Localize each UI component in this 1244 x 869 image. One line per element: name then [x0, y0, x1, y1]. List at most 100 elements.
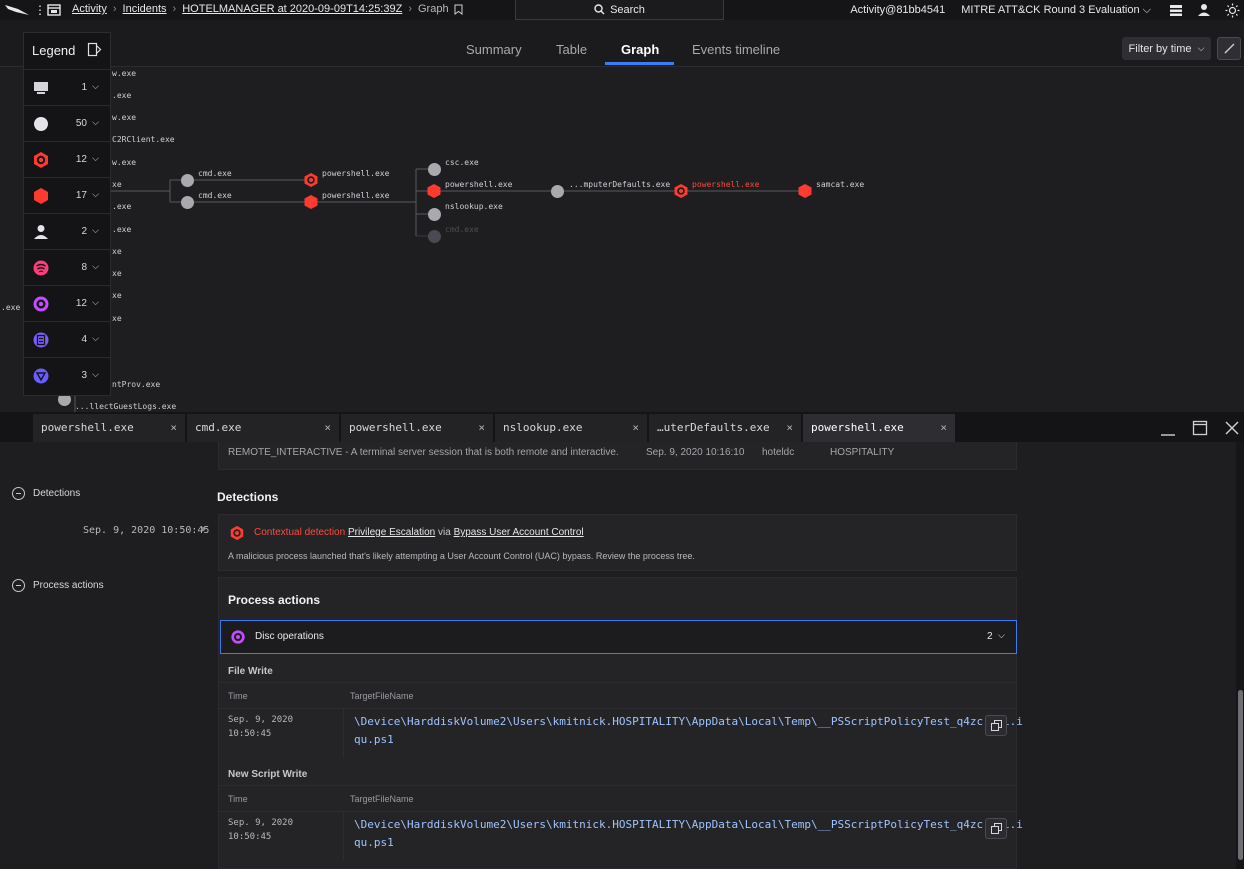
tab-events-timeline[interactable]: Events timeline [692, 42, 780, 57]
user-icon [34, 225, 48, 239]
process-node[interactable] [427, 162, 442, 177]
legend-count: 8 [81, 262, 87, 273]
process-node[interactable] [180, 195, 195, 210]
maximize-icon[interactable] [1192, 420, 1208, 436]
close-icon[interactable]: × [478, 421, 485, 434]
tab-table[interactable]: Table [556, 42, 587, 57]
close-panel-icon[interactable] [1224, 420, 1240, 436]
legend-row-disk[interactable]: 12 ⌵ [24, 285, 111, 321]
copy-button[interactable] [985, 818, 1007, 839]
detection-timestamp: Sep. 9, 2020 10:50:45 [83, 525, 210, 536]
close-icon[interactable]: × [632, 421, 639, 434]
process-tab-label: powershell.exe [349, 421, 442, 434]
legend-row-network[interactable]: 8 ⌵ [24, 249, 111, 285]
disc-operations-group[interactable]: Disc operations 2 ⌵ [220, 620, 1017, 654]
detection-tactic-link[interactable]: Privilege Escalation [348, 527, 435, 538]
legend-row-detection-hexagon[interactable]: 17 ⌵ [24, 177, 111, 213]
process-icon [34, 117, 48, 131]
process-node[interactable] [180, 173, 195, 188]
node-label: .exe [112, 91, 132, 100]
node-label: cmd.exe [198, 191, 232, 200]
legend-row-detection-ring[interactable]: 12 ⌵ [24, 141, 111, 177]
search-label: Search [610, 3, 645, 16]
scrollbar-thumb[interactable] [1238, 690, 1243, 860]
detection-hexagon-node[interactable] [426, 183, 442, 199]
chevron-down-icon: ⌵ [92, 117, 99, 127]
pencil-icon [1224, 43, 1234, 54]
process-tab[interactable]: powershell.exe × [341, 414, 493, 442]
legend-row-registry[interactable]: 4 ⌵ [24, 321, 111, 357]
process-tab[interactable]: cmd.exe × [187, 414, 339, 442]
copy-icon [991, 823, 1002, 834]
chevron-down-icon: ⌵ [92, 189, 99, 199]
close-icon[interactable]: × [170, 421, 177, 434]
detection-ring-node[interactable] [673, 183, 689, 199]
copy-button[interactable] [985, 715, 1007, 736]
legend-row-user[interactable]: 2 ⌵ [24, 213, 111, 249]
process-tab[interactable]: …uterDefaults.exe × [649, 414, 801, 442]
breadcrumb-incident[interactable]: HOTELMANAGER at 2020-09-09T14:25:39Z [182, 3, 402, 15]
filter-by-time-label: Filter by time [1128, 42, 1192, 55]
legend-count: 4 [81, 334, 87, 345]
detection-technique-link[interactable]: Bypass User Account Control [454, 527, 584, 538]
filter-by-time-button[interactable]: Filter by time ⌵ [1122, 37, 1211, 60]
legend-title: Legend [32, 43, 76, 58]
session-host: hoteldc [762, 447, 795, 458]
detection-hexagon-icon [34, 188, 48, 204]
account-name[interactable]: Activity@81bb4541 [850, 4, 945, 16]
minimize-icon[interactable] [1160, 424, 1176, 438]
close-icon[interactable]: × [786, 421, 793, 434]
detection-ring-node[interactable] [303, 172, 319, 188]
stack-icon[interactable] [1169, 4, 1183, 17]
bookmark-icon[interactable] [454, 4, 463, 15]
tab-summary[interactable]: Summary [466, 42, 522, 57]
node-label: .exe [112, 202, 132, 211]
detection-hexagon-node[interactable] [303, 194, 319, 210]
user-icon[interactable] [1197, 3, 1211, 17]
network-icon [33, 260, 49, 276]
edit-button[interactable] [1217, 37, 1241, 60]
chevron-down-icon: ⌵ [998, 630, 1005, 640]
process-tab[interactable]: powershell.exe × [33, 414, 185, 442]
chevron-down-icon: ⌵ [1197, 43, 1205, 53]
breadcrumb-separator-icon: › [172, 3, 177, 15]
dns-icon [33, 368, 49, 384]
process-node-dimmed[interactable] [427, 229, 442, 244]
collapse-circle-icon [12, 579, 25, 592]
legend-row-process[interactable]: 50 ⌵ [24, 105, 111, 141]
target-file-path: \Device\HarddiskVolume2\Users\kmitnick.H… [354, 818, 1023, 831]
legend-count: 50 [75, 118, 87, 129]
breadcrumb-incidents[interactable]: Incidents [123, 3, 167, 15]
breadcrumb-current: Graph [418, 3, 449, 15]
customer-selector[interactable]: MITRE ATT&CK Round 3 Evaluation ⌵ [961, 4, 1151, 17]
collapse-legend-icon[interactable] [87, 42, 102, 57]
process-node[interactable] [550, 184, 565, 199]
process-node[interactable] [427, 207, 442, 222]
chevron-down-icon: ⌵ [92, 81, 99, 91]
close-icon[interactable]: × [324, 421, 331, 434]
close-icon[interactable]: × [940, 421, 947, 434]
process-actions-toggle[interactable]: Process actions [12, 579, 104, 592]
falcon-logo-icon[interactable] [4, 3, 30, 17]
process-tab-label: cmd.exe [195, 421, 242, 434]
detections-toggle[interactable]: Detections [12, 487, 80, 500]
process-tab-active[interactable]: powershell.exe × [803, 414, 955, 442]
theme-sun-icon[interactable] [1225, 3, 1240, 18]
process-graph[interactable]: cmd.exe cmd.exe powershell.exe powershel… [0, 67, 1244, 412]
disc-operations-count: 2 [987, 631, 993, 642]
tab-graph[interactable]: Graph [621, 42, 659, 57]
row-time-clock: 10:50:45 [228, 832, 272, 842]
breadcrumb-activity[interactable]: Activity [72, 3, 107, 15]
detection-hexagon-node[interactable] [797, 183, 813, 199]
node-label: ...mputerDefaults.exe [569, 180, 671, 189]
detection-prefix: Contextual detection [254, 527, 346, 538]
node-label: powershell.exe [692, 180, 760, 189]
legend-row-host[interactable]: 1 ⌵ [24, 69, 111, 105]
legend-row-dns[interactable]: 3 ⌵ [24, 357, 111, 396]
legend-count: 3 [81, 370, 87, 381]
process-tab[interactable]: nslookup.exe × [495, 414, 647, 442]
process-actions-rail-label: Process actions [33, 580, 104, 591]
column-header-time: Time [228, 691, 248, 701]
search-button[interactable]: Search [515, 0, 724, 20]
menu-dots-icon[interactable]: ⋮ [34, 3, 46, 17]
